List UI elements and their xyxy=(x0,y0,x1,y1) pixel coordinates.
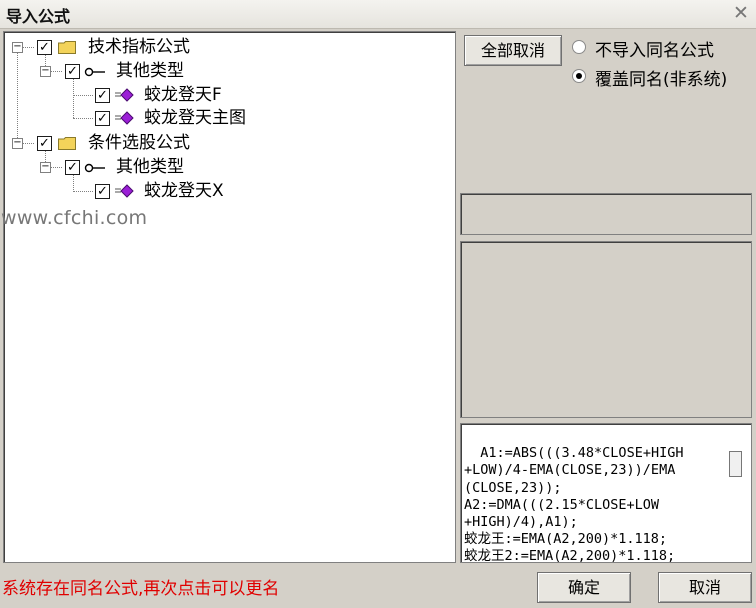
subgroup-checkbox[interactable]: ✓ xyxy=(65,64,80,79)
tree-subgroup-label: 其他类型 xyxy=(116,157,184,177)
radio-overwrite[interactable] xyxy=(572,69,586,83)
tree-subgroup-label: 其他类型 xyxy=(116,61,184,81)
group-checkbox[interactable]: ✓ xyxy=(37,40,52,55)
tree-subgroup-other[interactable]: − ✓ 其他类型 xyxy=(4,60,444,82)
formula-preview[interactable]: A1:=ABS(((3.48*CLOSE+HIGH +LOW)/4-EMA(CL… xyxy=(460,423,752,563)
status-message: 系统存在同名公式,再次点击可以更名 xyxy=(2,579,280,599)
tree-group-label: 条件选股公式 xyxy=(88,133,190,153)
tree-group-label: 技术指标公式 xyxy=(88,37,190,57)
item-checkbox[interactable]: ✓ xyxy=(95,184,110,199)
radio-no-import[interactable] xyxy=(572,40,586,54)
item-checkbox[interactable]: ✓ xyxy=(95,111,110,126)
folder-icon xyxy=(58,41,76,54)
formula-tree[interactable]: − ✓ 技术指标公式 − ✓ 其他类型 ✓ 蛟龙登天F ✓ 蛟龙登天主图 − ✓… xyxy=(3,31,456,563)
formula-preview-text: A1:=ABS(((3.48*CLOSE+HIGH +LOW)/4-EMA(CL… xyxy=(464,445,684,563)
radio-no-import-label[interactable]: 不导入同名公式 xyxy=(595,36,714,61)
watermark: www.cfchi.com xyxy=(1,207,148,229)
formula-gem-icon xyxy=(115,184,134,198)
subgroup-checkbox[interactable]: ✓ xyxy=(65,160,80,175)
title-bar: 导入公式 ✕ xyxy=(0,0,756,29)
tree-item-formula[interactable]: ✓ 蛟龙登天主图 xyxy=(4,107,444,129)
folder-icon xyxy=(58,137,76,150)
ok-button[interactable]: 确定 xyxy=(537,572,631,603)
tree-group-indicators[interactable]: − ✓ 技术指标公式 xyxy=(4,36,444,58)
cancel-button[interactable]: 取消 xyxy=(658,572,752,603)
window-title: 导入公式 xyxy=(6,7,71,26)
collapse-icon[interactable]: − xyxy=(40,162,51,173)
close-icon[interactable]: ✕ xyxy=(730,2,752,24)
info-field xyxy=(460,193,752,235)
formula-gem-icon xyxy=(115,88,134,102)
group-checkbox[interactable]: ✓ xyxy=(37,136,52,151)
scrollbar-thumb[interactable] xyxy=(729,451,742,477)
formula-gem-icon xyxy=(115,111,134,125)
collapse-icon[interactable]: − xyxy=(12,42,23,53)
tree-item-label: 蛟龙登天F xyxy=(144,85,222,105)
tree-item-formula[interactable]: ✓ 蛟龙登天F xyxy=(4,84,444,106)
tree-group-stock-picking[interactable]: − ✓ 条件选股公式 xyxy=(4,132,444,154)
tree-item-label: 蛟龙登天主图 xyxy=(144,108,246,128)
tree-item-formula[interactable]: ✓ 蛟龙登天X xyxy=(4,180,444,202)
collapse-icon[interactable]: − xyxy=(40,66,51,77)
item-checkbox[interactable]: ✓ xyxy=(95,88,110,103)
description-panel xyxy=(460,241,752,418)
tree-item-label: 蛟龙登天X xyxy=(144,181,224,201)
key-icon xyxy=(84,163,105,173)
cancel-all-button[interactable]: 全部取消 xyxy=(464,35,562,66)
key-icon xyxy=(84,67,105,77)
tree-subgroup-other[interactable]: − ✓ 其他类型 xyxy=(4,156,444,178)
collapse-icon[interactable]: − xyxy=(12,138,23,149)
radio-overwrite-label[interactable]: 覆盖同名(非系统) xyxy=(595,65,727,90)
